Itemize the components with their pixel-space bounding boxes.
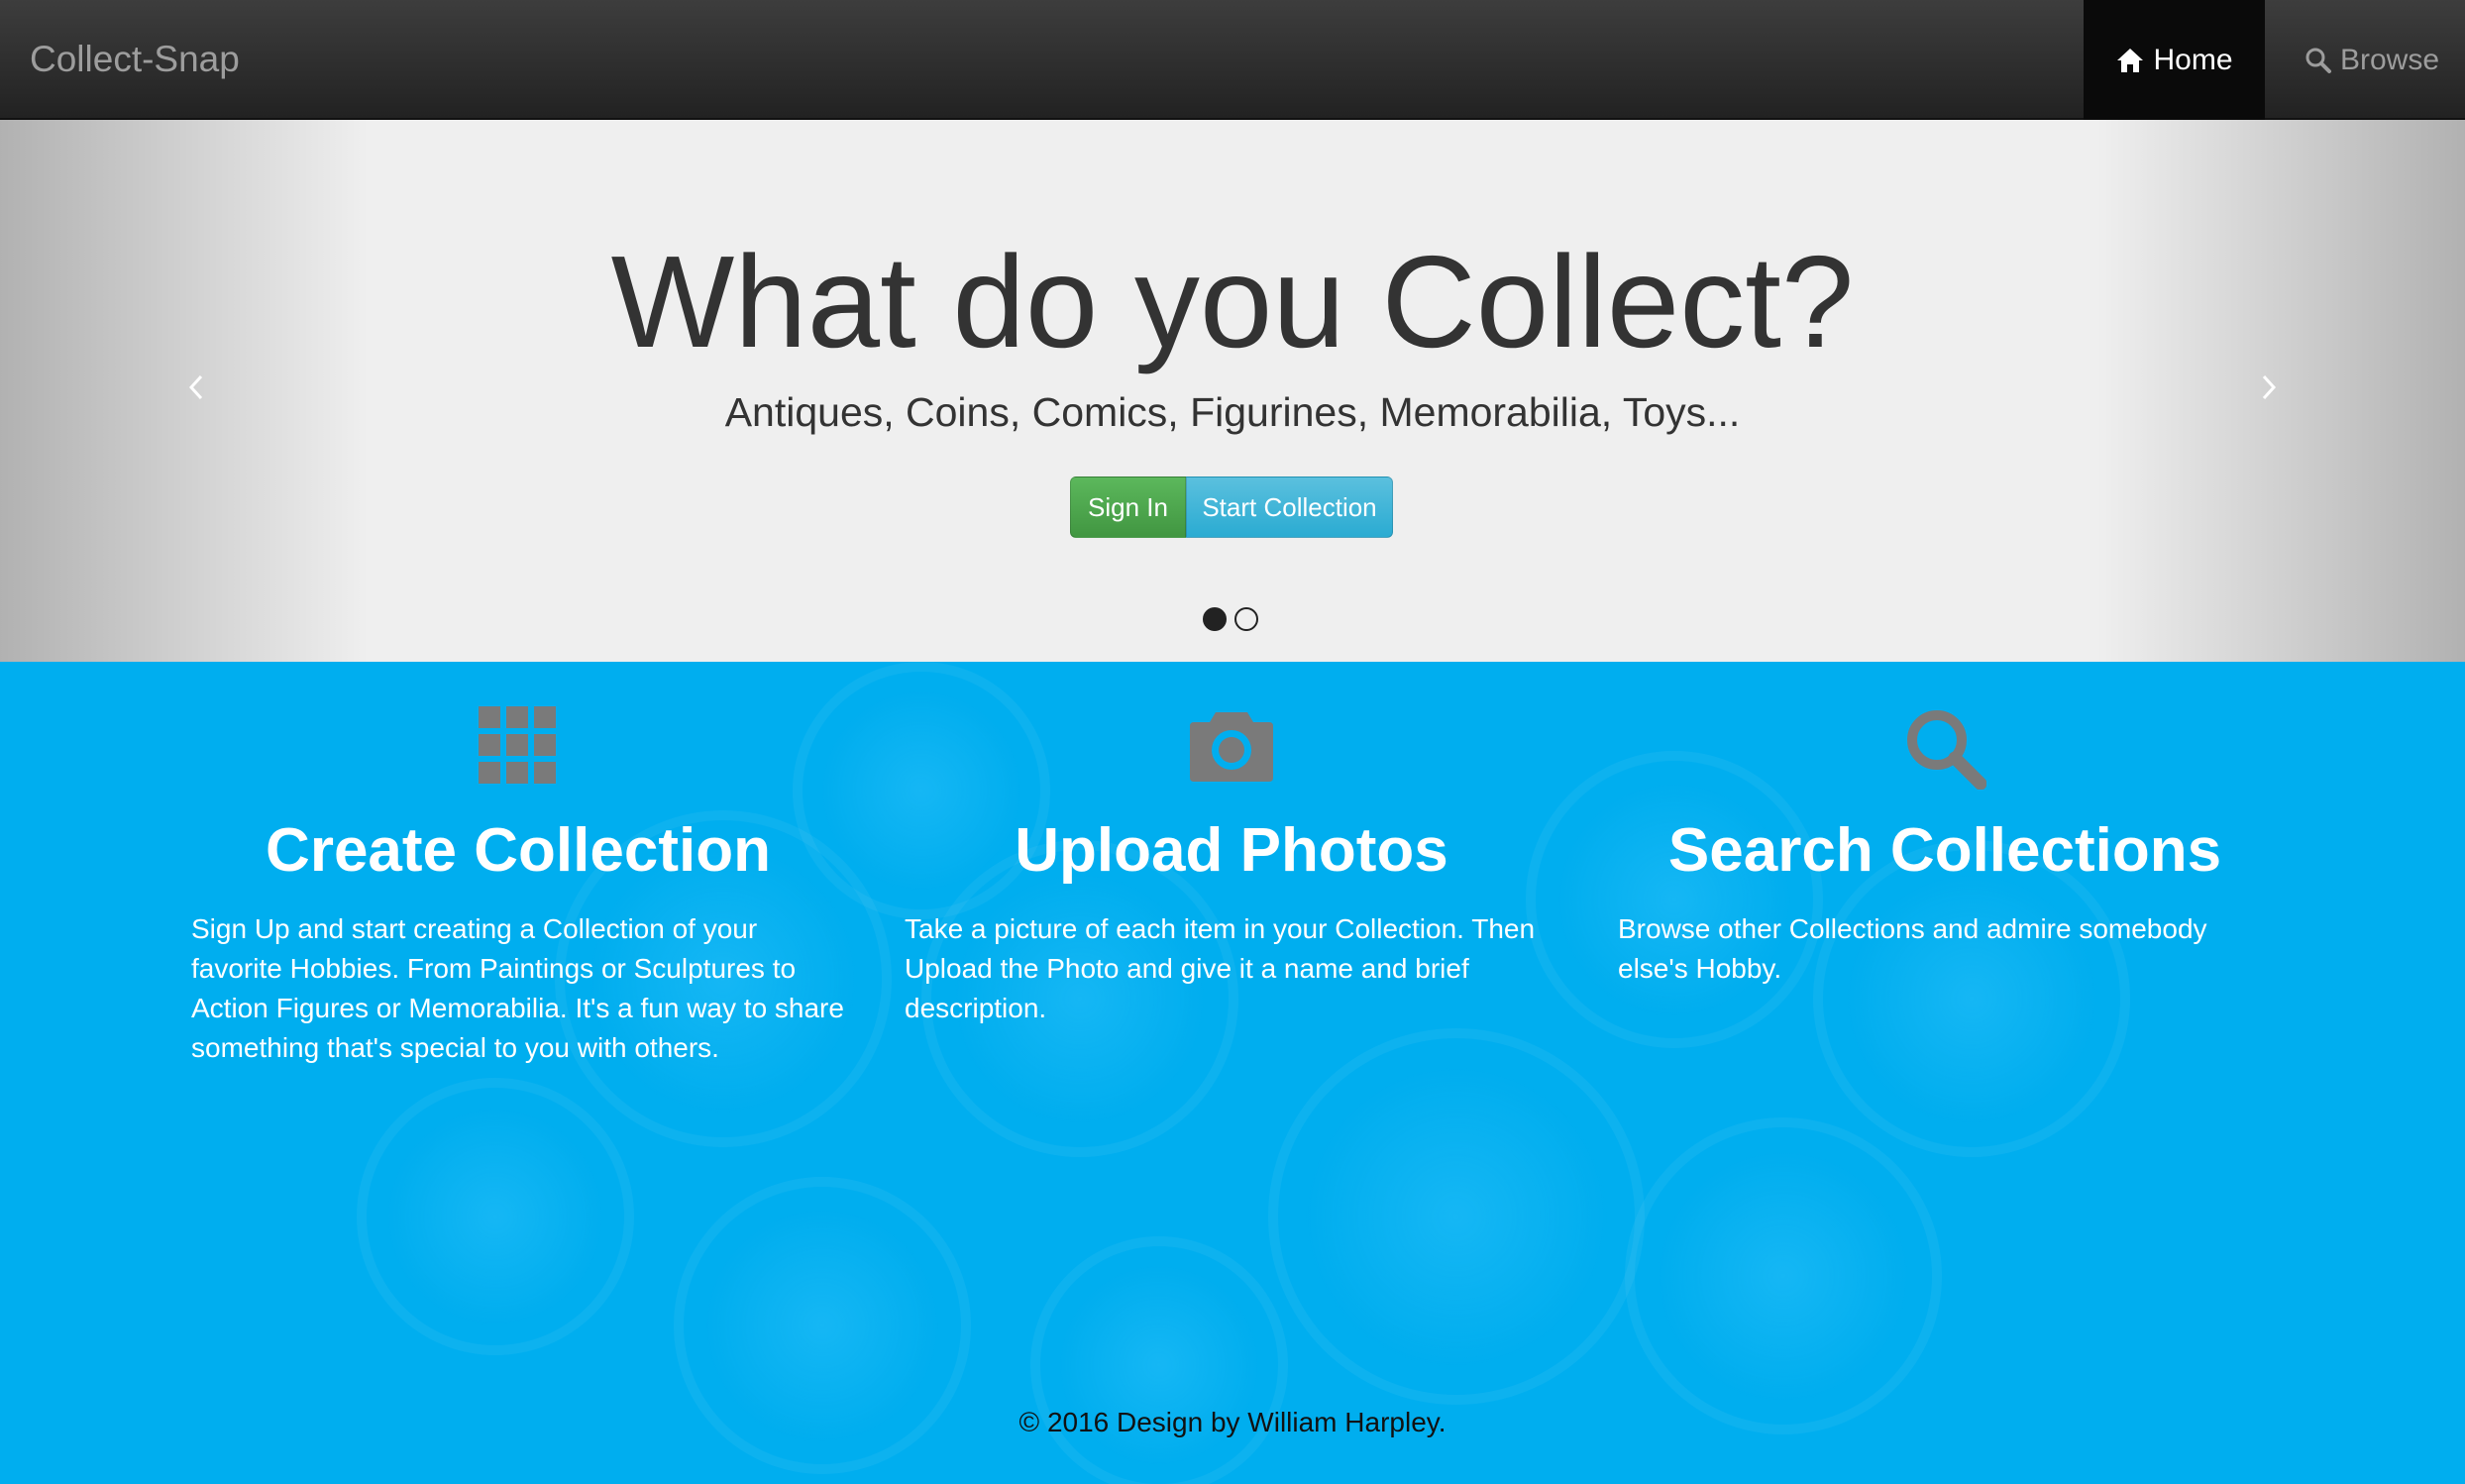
background-bokeh xyxy=(357,1078,634,1355)
background-bokeh xyxy=(1526,751,1823,1048)
hero-carousel: What do you Collect? Antiques, Coins, Co… xyxy=(0,120,2465,662)
nav-browse-label: Browse xyxy=(2339,43,2440,76)
home-icon xyxy=(2117,48,2144,72)
feature-text: Sign Up and start creating a Collection … xyxy=(191,913,844,1063)
start-collection-button[interactable]: Start Collection xyxy=(1186,477,1393,538)
nav-home[interactable]: Home xyxy=(2084,0,2265,120)
brand-link[interactable]: Collect-Snap xyxy=(30,0,240,120)
footer-copyright: © 2016 Design by William Harpley. xyxy=(1018,1407,1447,1437)
feature-title: Upload Photos xyxy=(1015,816,1448,885)
camera-icon xyxy=(905,706,1558,795)
hero-headline: What do you Collect? xyxy=(610,229,1855,374)
carousel-indicators xyxy=(1203,607,1258,631)
nav-home-label: Home xyxy=(2153,43,2233,76)
navbar: Collect-Snap Home Browse xyxy=(0,0,2465,120)
feature-title: Search Collections xyxy=(1667,816,2222,885)
background-bokeh xyxy=(1625,1117,1942,1434)
search-icon xyxy=(2305,48,2331,73)
background-bokeh xyxy=(1030,1236,1288,1484)
sign-in-button[interactable]: Sign In xyxy=(1070,477,1186,538)
feature-text: Take a picture of each item in your Coll… xyxy=(905,913,1536,1023)
nav-browse[interactable]: Browse xyxy=(2279,0,2465,120)
background-bokeh xyxy=(1813,840,2130,1157)
carousel-indicator-1[interactable] xyxy=(1203,607,1227,631)
carousel-indicator-2[interactable] xyxy=(1234,607,1258,631)
feature-title: Create Collection xyxy=(266,816,771,885)
grid-icon xyxy=(191,706,845,795)
feature-text: Browse other Collections and admire some… xyxy=(1618,913,2207,984)
search-icon xyxy=(1618,706,2272,795)
hero-subhead: Antiques, Coins, Comics, Figurines, Memo… xyxy=(724,389,1741,435)
hero-button-group: Sign In Start Collection xyxy=(1070,477,1393,538)
background-bokeh xyxy=(1268,1028,1645,1405)
features-section: Create Collection Sign Up and start crea… xyxy=(0,662,2465,1484)
